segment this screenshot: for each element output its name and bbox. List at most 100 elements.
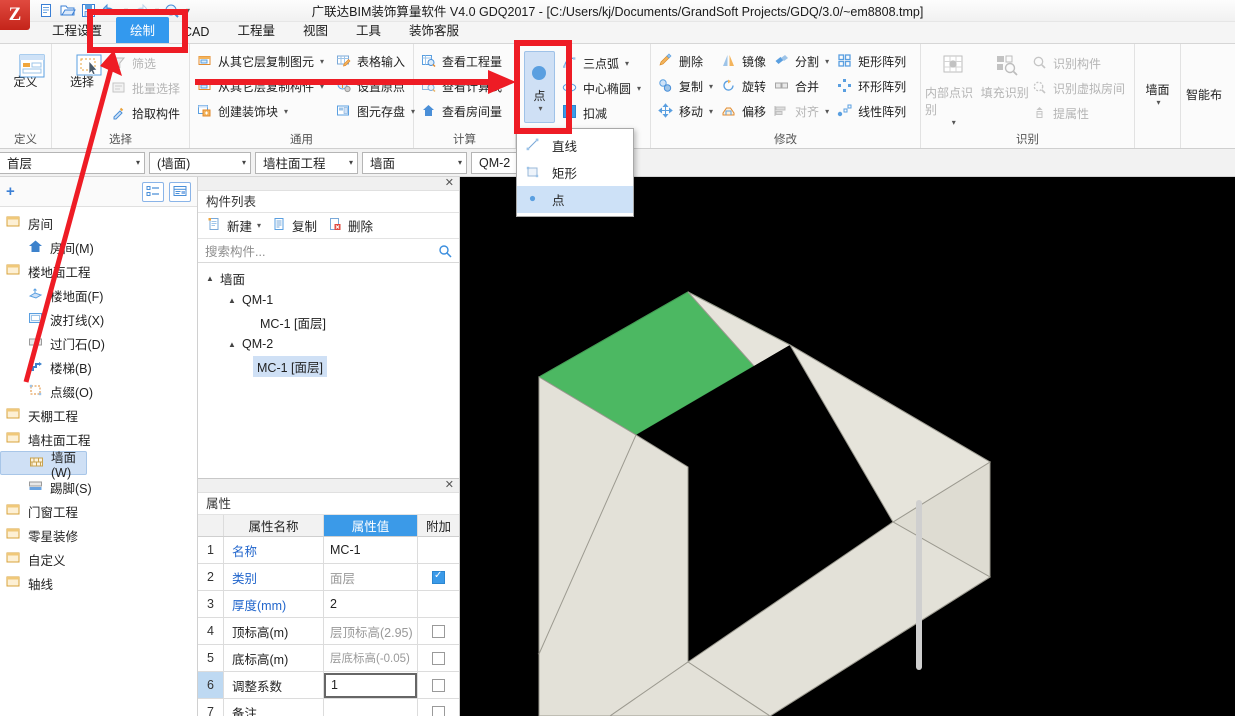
project-selector[interactable]: 墙柱面工程 ▾ (255, 151, 358, 174)
menu-item-point[interactable]: 点 (517, 186, 633, 213)
component-node-qm1[interactable]: ▲ QM-1 (198, 289, 459, 311)
floor-selector[interactable]: 首层 ▾ (0, 151, 145, 174)
sidebar-add-icon[interactable]: + (6, 183, 15, 200)
tab-quantity[interactable]: 工程量 (223, 17, 289, 43)
delete-button[interactable]: 删除 (655, 49, 718, 73)
tab-project-settings[interactable]: 工程设置 (38, 17, 116, 43)
checkbox-unchecked[interactable] (432, 705, 445, 716)
tab-tools[interactable]: 工具 (342, 17, 395, 43)
sidebar-item-border-line[interactable]: 波打线(X) (0, 307, 197, 331)
row-property-value[interactable]: 层底标高(-0.05) (324, 645, 418, 671)
list-view-icon[interactable] (142, 181, 164, 202)
mirror-button[interactable]: 镜像 (718, 49, 771, 73)
sidebar-item-misc-decor-group[interactable]: 零星装修 (0, 523, 197, 547)
sidebar-item-ornament[interactable]: 点缀(O) (0, 379, 197, 403)
align-button[interactable]: 对齐 ▾ (771, 99, 834, 123)
component-list-toolbar[interactable]: 新建 ▾ 复制 删除 (198, 213, 459, 239)
table-row[interactable]: 5 底标高(m) 层底标高(-0.05) (198, 645, 459, 672)
table-row[interactable]: 4 顶标高(m) 层顶标高(2.95) (198, 618, 459, 645)
checkbox-unchecked[interactable] (432, 624, 445, 638)
menu-item-line[interactable]: 直线 (517, 132, 633, 159)
ring-array-button[interactable]: 环形阵列 (834, 74, 911, 98)
row-property-value[interactable]: 层顶标高(2.95) (324, 618, 418, 644)
copy-element-from-layer-button[interactable]: 从其它层复制图元 ▾ (194, 49, 329, 73)
navigation-tree[interactable]: 房间 房间(M) 楼地面工程 楼地面(F) 波打线(X) 过门石(D) 楼梯(B… (0, 207, 197, 716)
chevron-down-icon[interactable]: ▾ (257, 221, 261, 230)
pick-component-button[interactable]: 拾取构件 (108, 101, 185, 125)
component-node-wall[interactable]: ▲ 墙面 (198, 267, 459, 289)
table-row[interactable]: 6 调整系数 1 (198, 672, 459, 699)
menu-item-rectangle[interactable]: 矩形 (517, 159, 633, 186)
chevron-down-icon[interactable]: ▾ (825, 57, 829, 66)
category-selector[interactable]: (墙面) ▾ (149, 151, 251, 174)
chevron-down-icon[interactable]: ▾ (136, 158, 140, 167)
linear-array-button[interactable]: 线性阵列 (834, 99, 911, 123)
sidebar-item-wall-column-group[interactable]: 墙柱面工程 (0, 427, 197, 451)
sidebar-item-axis-group[interactable]: 轴线 (0, 571, 197, 595)
row-property-value[interactable]: MC-1 (324, 537, 418, 563)
chevron-down-icon[interactable]: ▾ (709, 107, 713, 116)
row-property-value[interactable]: 2 (324, 591, 418, 617)
rotate-button[interactable]: 旋转 (718, 74, 771, 98)
new-component-button[interactable]: 新建 ▾ (203, 214, 265, 237)
sidebar-item-room-group[interactable]: 房间 (0, 211, 197, 235)
search-icon[interactable] (438, 244, 452, 258)
rect-array-button[interactable]: 矩形阵列 (834, 49, 911, 73)
split-button[interactable]: 分割 ▾ (771, 49, 834, 73)
chevron-down-icon[interactable]: ▾ (349, 158, 353, 167)
expander-icon[interactable]: ▲ (228, 296, 238, 305)
recognize-component-button[interactable]: 识别构件 (1029, 51, 1130, 75)
row-property-value-editor[interactable]: 1 (324, 672, 418, 698)
view-room-quantity-button[interactable]: 查看房间量 (418, 99, 507, 123)
merge-button[interactable]: 合并 (771, 74, 834, 98)
table-row[interactable]: 3 厚度(mm) 2 (198, 591, 459, 618)
expander-icon[interactable]: ▲ (228, 340, 238, 349)
sidebar-item-stairs[interactable]: 楼梯(B) (0, 355, 197, 379)
sidebar-item-door-stone[interactable]: 过门石(D) (0, 331, 197, 355)
row-additional[interactable] (418, 537, 459, 563)
view-quantity-button[interactable]: 查看工程量 (418, 49, 507, 73)
table-row[interactable]: 1 名称 MC-1 (198, 537, 459, 564)
deduct-toggle[interactable]: 扣减 (559, 101, 646, 125)
copy-button[interactable]: 复制 ▾ (655, 74, 718, 98)
tab-view[interactable]: 视图 (289, 17, 342, 43)
search-component-field[interactable]: 搜索构件... (198, 239, 459, 263)
row-additional[interactable] (418, 618, 459, 644)
table-input-button[interactable]: 表格输入 (333, 49, 420, 73)
copy-component-from-layer-button[interactable]: 从其它层复制构件 ▾ (194, 74, 329, 98)
three-point-arc-button[interactable]: 三点弧 ▾ (559, 51, 646, 75)
chevron-down-icon[interactable]: ▾ (284, 107, 288, 116)
wall-surface-button[interactable]: 墙面 ▾ (1139, 74, 1176, 107)
close-icon[interactable]: ✕ (445, 176, 454, 189)
chevron-down-icon[interactable]: ▾ (625, 59, 629, 68)
chevron-down-icon[interactable]: ▾ (458, 158, 462, 167)
row-additional[interactable] (418, 699, 459, 716)
chevron-down-icon[interactable]: ▾ (825, 107, 829, 116)
properties-table[interactable]: 属性名称 属性值 附加 1 名称 MC-1 2 类别 面层 3 (198, 515, 459, 716)
table-row[interactable]: 2 类别 面层 (198, 564, 459, 591)
smart-layout-button[interactable]: 智能布 (1185, 79, 1223, 103)
chevron-down-icon[interactable]: ▾ (320, 57, 324, 66)
sidebar-item-room[interactable]: 房间(M) (0, 235, 197, 259)
checkbox-unchecked[interactable] (432, 651, 445, 665)
row-additional[interactable] (418, 591, 459, 617)
row-property-value[interactable] (324, 699, 418, 716)
chevron-down-icon[interactable]: ▾ (320, 82, 324, 91)
batch-select-button[interactable]: 批量选择 (108, 76, 185, 100)
row-additional[interactable] (418, 645, 459, 671)
chevron-down-icon[interactable]: ▾ (1156, 98, 1160, 107)
tab-cad[interactable]: CAD (169, 22, 223, 43)
row-additional[interactable] (418, 672, 459, 698)
sidebar-item-wall-surface[interactable]: 墙面(W) (0, 451, 87, 480)
inner-point-recognize-button[interactable]: 内部点识别 ▾ (925, 49, 981, 127)
sidebar-item-skirting[interactable]: 踢脚(S) (0, 475, 197, 499)
chevron-down-icon[interactable]: ▾ (952, 118, 956, 127)
component-tree[interactable]: ▲ 墙面 ▲ QM-1 MC-1 [面层] ▲ QM-2 MC-1 [面层] (198, 263, 459, 478)
chevron-down-icon[interactable]: ▾ (709, 82, 713, 91)
center-ellipse-button[interactable]: 中心椭圆 ▾ (559, 76, 646, 100)
undo-caret-icon[interactable]: ▾ (124, 6, 128, 15)
extract-property-button[interactable]: 提属性 (1029, 101, 1130, 125)
redo-caret-icon[interactable]: ▾ (155, 6, 159, 15)
checkbox-unchecked[interactable] (432, 678, 445, 692)
checkbox-checked[interactable] (432, 570, 445, 584)
